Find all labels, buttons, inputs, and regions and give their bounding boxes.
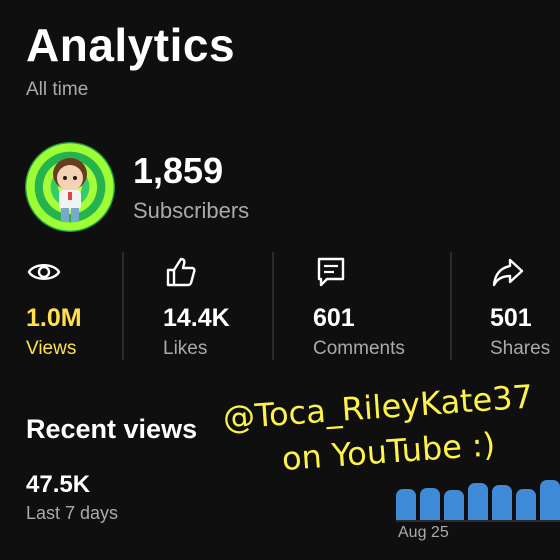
eye-icon	[27, 264, 61, 280]
chart-bar	[492, 484, 512, 520]
avatar-character-image	[53, 158, 87, 222]
stat-shares-value: 501	[490, 304, 532, 332]
stat-likes[interactable]: 14.4K Likes	[163, 252, 303, 362]
recent-views-value: 47.5K	[26, 471, 91, 498]
recent-views-period: Last 7 days	[26, 503, 119, 523]
subscriber-label: Subscribers	[133, 198, 250, 223]
stat-views[interactable]: 1.0M Views	[26, 252, 166, 362]
stat-likes-value: 14.4K	[163, 304, 230, 332]
chart-bar	[444, 490, 464, 520]
chart-bar	[420, 488, 440, 520]
stat-shares[interactable]: 501 Shares	[490, 252, 560, 362]
chart-date-label: Aug 25	[398, 524, 449, 541]
recent-views-title: Recent views	[26, 414, 198, 444]
overlay-text-platform: on YouTube :)	[280, 425, 497, 478]
stat-divider	[122, 252, 124, 360]
stat-divider	[272, 252, 274, 360]
stat-views-value: 1.0M	[26, 304, 82, 332]
avatar[interactable]	[25, 142, 115, 232]
chart-bar	[516, 489, 536, 520]
page-title: Analytics	[26, 19, 236, 71]
stat-comments-value: 601	[313, 304, 355, 332]
share-icon	[492, 258, 524, 287]
stat-comments-label: Comments	[313, 338, 405, 359]
subscriber-count: 1,859	[133, 150, 224, 191]
stat-divider	[450, 252, 452, 360]
thumbs-up-icon	[166, 257, 196, 287]
time-range-label: All time	[26, 79, 89, 100]
chart-bar	[540, 480, 560, 520]
recent-views-bar-chart[interactable]	[396, 476, 560, 520]
chart-baseline	[396, 520, 560, 522]
stat-likes-label: Likes	[163, 338, 208, 359]
chart-bar	[396, 489, 416, 520]
chart-bar	[468, 482, 488, 520]
comment-icon	[317, 257, 345, 287]
stat-comments[interactable]: 601 Comments	[313, 252, 453, 362]
stat-shares-label: Shares	[490, 338, 551, 359]
stat-views-label: Views	[26, 338, 77, 359]
